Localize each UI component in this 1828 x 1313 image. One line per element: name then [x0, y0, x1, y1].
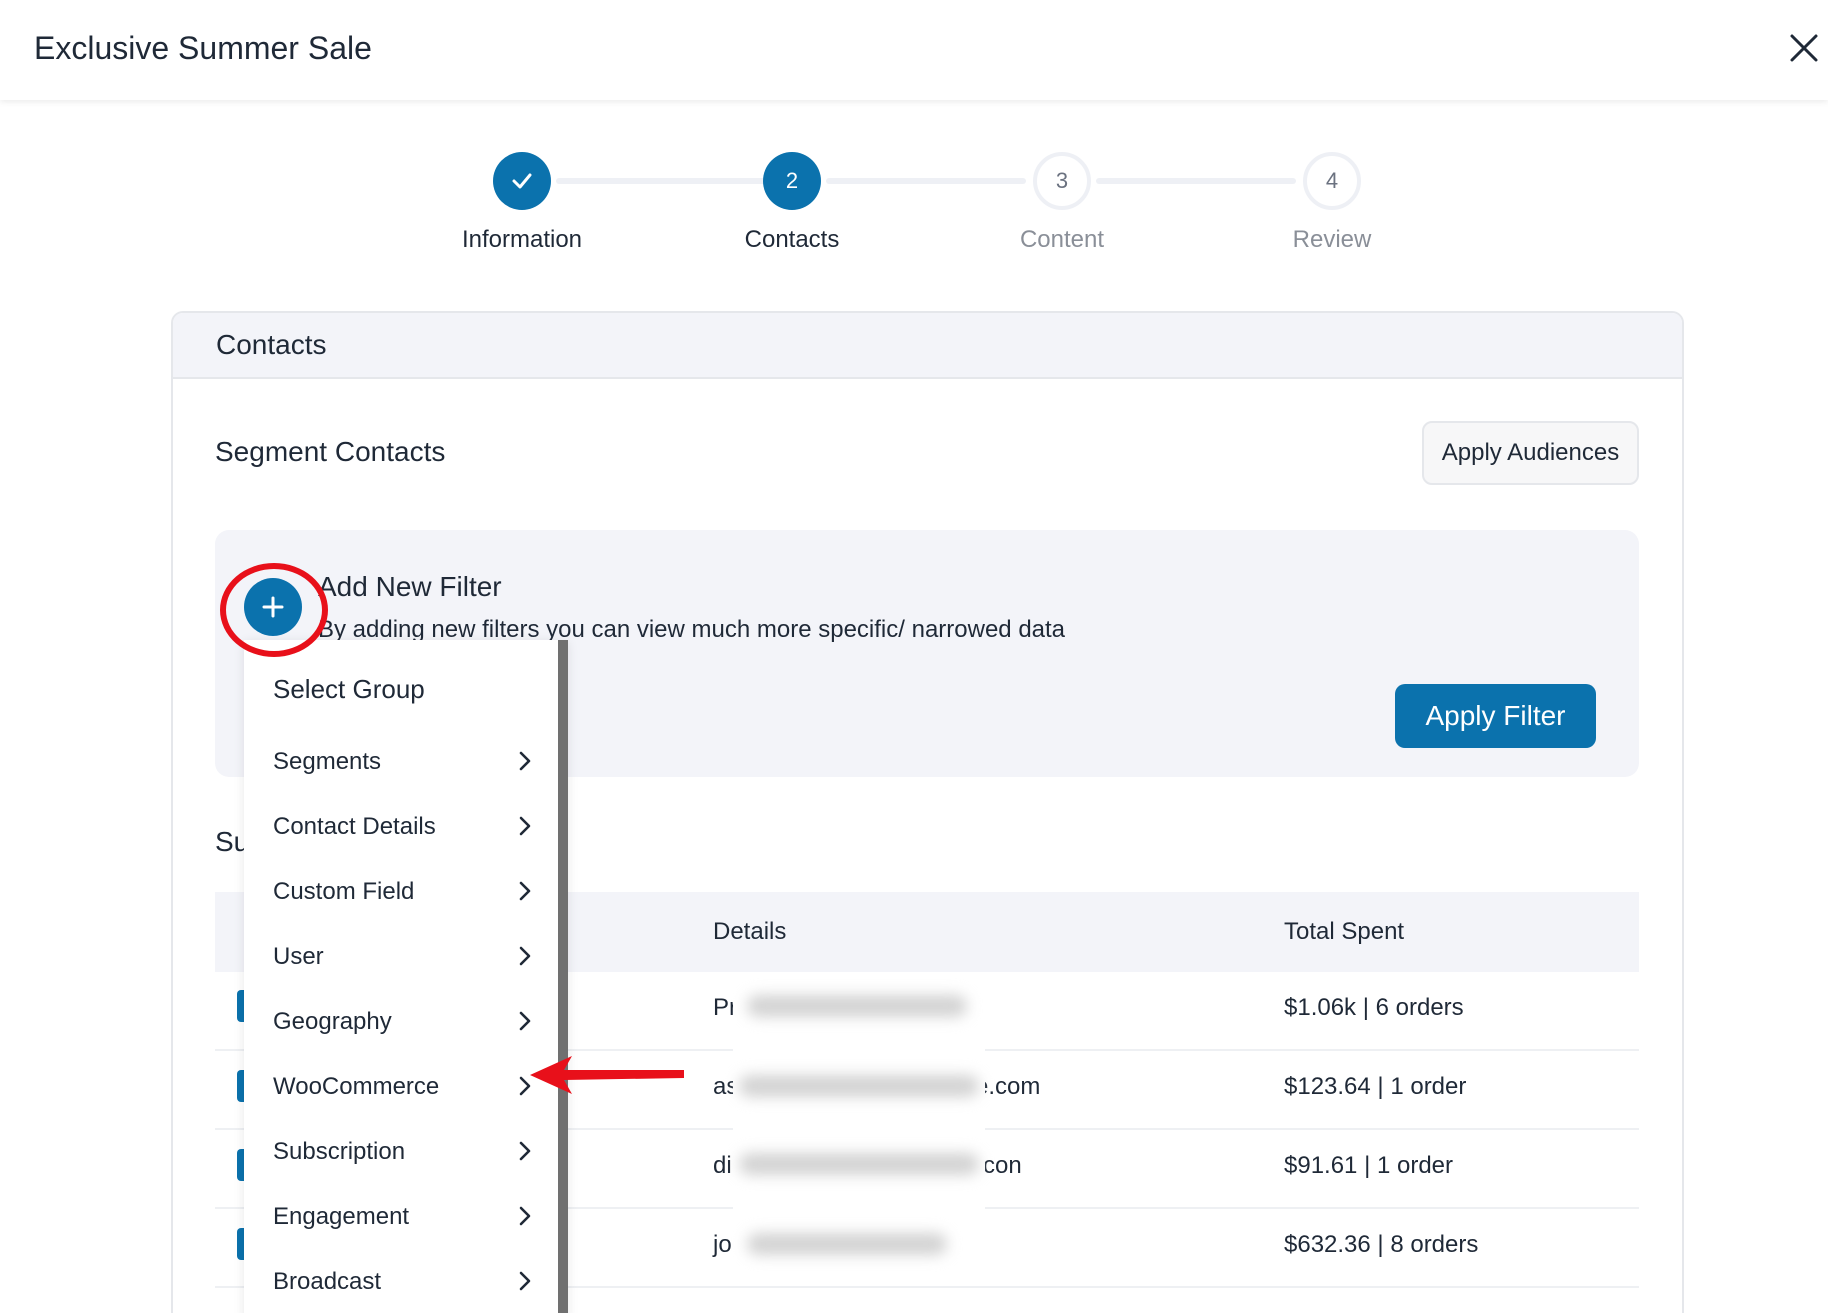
- select-group-dropdown: Select Group Segments Contact Details Cu…: [244, 640, 568, 1313]
- close-icon[interactable]: [1784, 28, 1824, 68]
- step-review[interactable]: 4 Review: [1232, 152, 1432, 254]
- menu-item-user[interactable]: User: [244, 925, 558, 989]
- menu-item-woocommerce[interactable]: WooCommerce: [244, 1055, 558, 1119]
- step-contacts[interactable]: 2 Contacts: [692, 152, 892, 254]
- menu-item-label: User: [273, 943, 324, 970]
- column-header-details: Details: [713, 918, 787, 945]
- menu-item-custom-field[interactable]: Custom Field: [244, 860, 558, 924]
- row-total-spent: $1.06k | 6 orders: [1284, 994, 1464, 1021]
- row-total-spent: $632.36 | 8 orders: [1284, 1231, 1479, 1258]
- chevron-right-icon: [519, 946, 531, 966]
- check-icon: [493, 152, 551, 210]
- row-details: di: [713, 1152, 732, 1179]
- step-information[interactable]: Information: [422, 152, 622, 254]
- menu-item-geography[interactable]: Geography: [244, 990, 558, 1054]
- card-header: Contacts: [173, 313, 1682, 379]
- menu-item-label: Geography: [273, 1008, 392, 1035]
- chevron-right-icon: [519, 751, 531, 771]
- add-filter-button[interactable]: [244, 578, 302, 636]
- chevron-right-icon: [519, 1011, 531, 1031]
- menu-item-label: Contact Details: [273, 813, 436, 840]
- row-details: jo: [713, 1231, 732, 1258]
- chevron-right-icon: [519, 1206, 531, 1226]
- menu-item-label: Engagement: [273, 1203, 410, 1230]
- step-label: Review: [1292, 226, 1372, 253]
- step-number: 3: [1033, 152, 1091, 210]
- chevron-right-icon: [519, 816, 531, 836]
- step-content[interactable]: 3 Content: [962, 152, 1162, 254]
- step-number: 2: [763, 152, 821, 210]
- modal-header: Exclusive Summer Sale: [0, 0, 1828, 100]
- menu-item-label: Broadcast: [273, 1268, 382, 1295]
- menu-item-label: Segments: [273, 748, 382, 775]
- row-total-spent: $91.61 | 1 order: [1284, 1152, 1454, 1179]
- plus-icon: [262, 596, 284, 618]
- dropdown-header: Select Group: [273, 674, 425, 704]
- modal-title: Exclusive Summer Sale: [34, 30, 372, 66]
- annotation-arrow-icon: [530, 1056, 684, 1094]
- menu-item-label: WooCommerce: [273, 1073, 440, 1100]
- redacted-email-area: [733, 975, 985, 1285]
- chevron-right-icon: [519, 1141, 531, 1161]
- step-number: 4: [1303, 152, 1361, 210]
- chevron-right-icon: [519, 1271, 531, 1291]
- menu-item-engagement[interactable]: Engagement: [244, 1185, 558, 1249]
- add-new-filter-title: Add New Filter: [318, 571, 502, 602]
- menu-item-label: Custom Field: [273, 878, 415, 905]
- dropdown-scrollbar[interactable]: [558, 640, 568, 1313]
- row-details-suffix: con: [983, 1152, 1022, 1179]
- step-label: Contacts: [744, 226, 840, 253]
- apply-filter-button[interactable]: Apply Filter: [1395, 684, 1596, 748]
- step-label: Content: [1019, 226, 1105, 253]
- menu-item-subscription[interactable]: Subscription: [244, 1120, 558, 1184]
- column-header-total-spent: Total Spent: [1284, 918, 1405, 945]
- step-label: Information: [461, 226, 583, 253]
- menu-item-broadcast[interactable]: Broadcast: [244, 1250, 558, 1313]
- menu-item-label: Subscription: [273, 1138, 406, 1165]
- menu-item-contact-details[interactable]: Contact Details: [244, 795, 558, 859]
- apply-audiences-button[interactable]: Apply Audiences: [1422, 421, 1639, 485]
- chevron-right-icon: [519, 881, 531, 901]
- segment-contacts-title: Segment Contacts: [215, 436, 446, 467]
- row-total-spent: $123.64 | 1 order: [1284, 1073, 1467, 1100]
- menu-item-segments[interactable]: Segments: [244, 730, 558, 794]
